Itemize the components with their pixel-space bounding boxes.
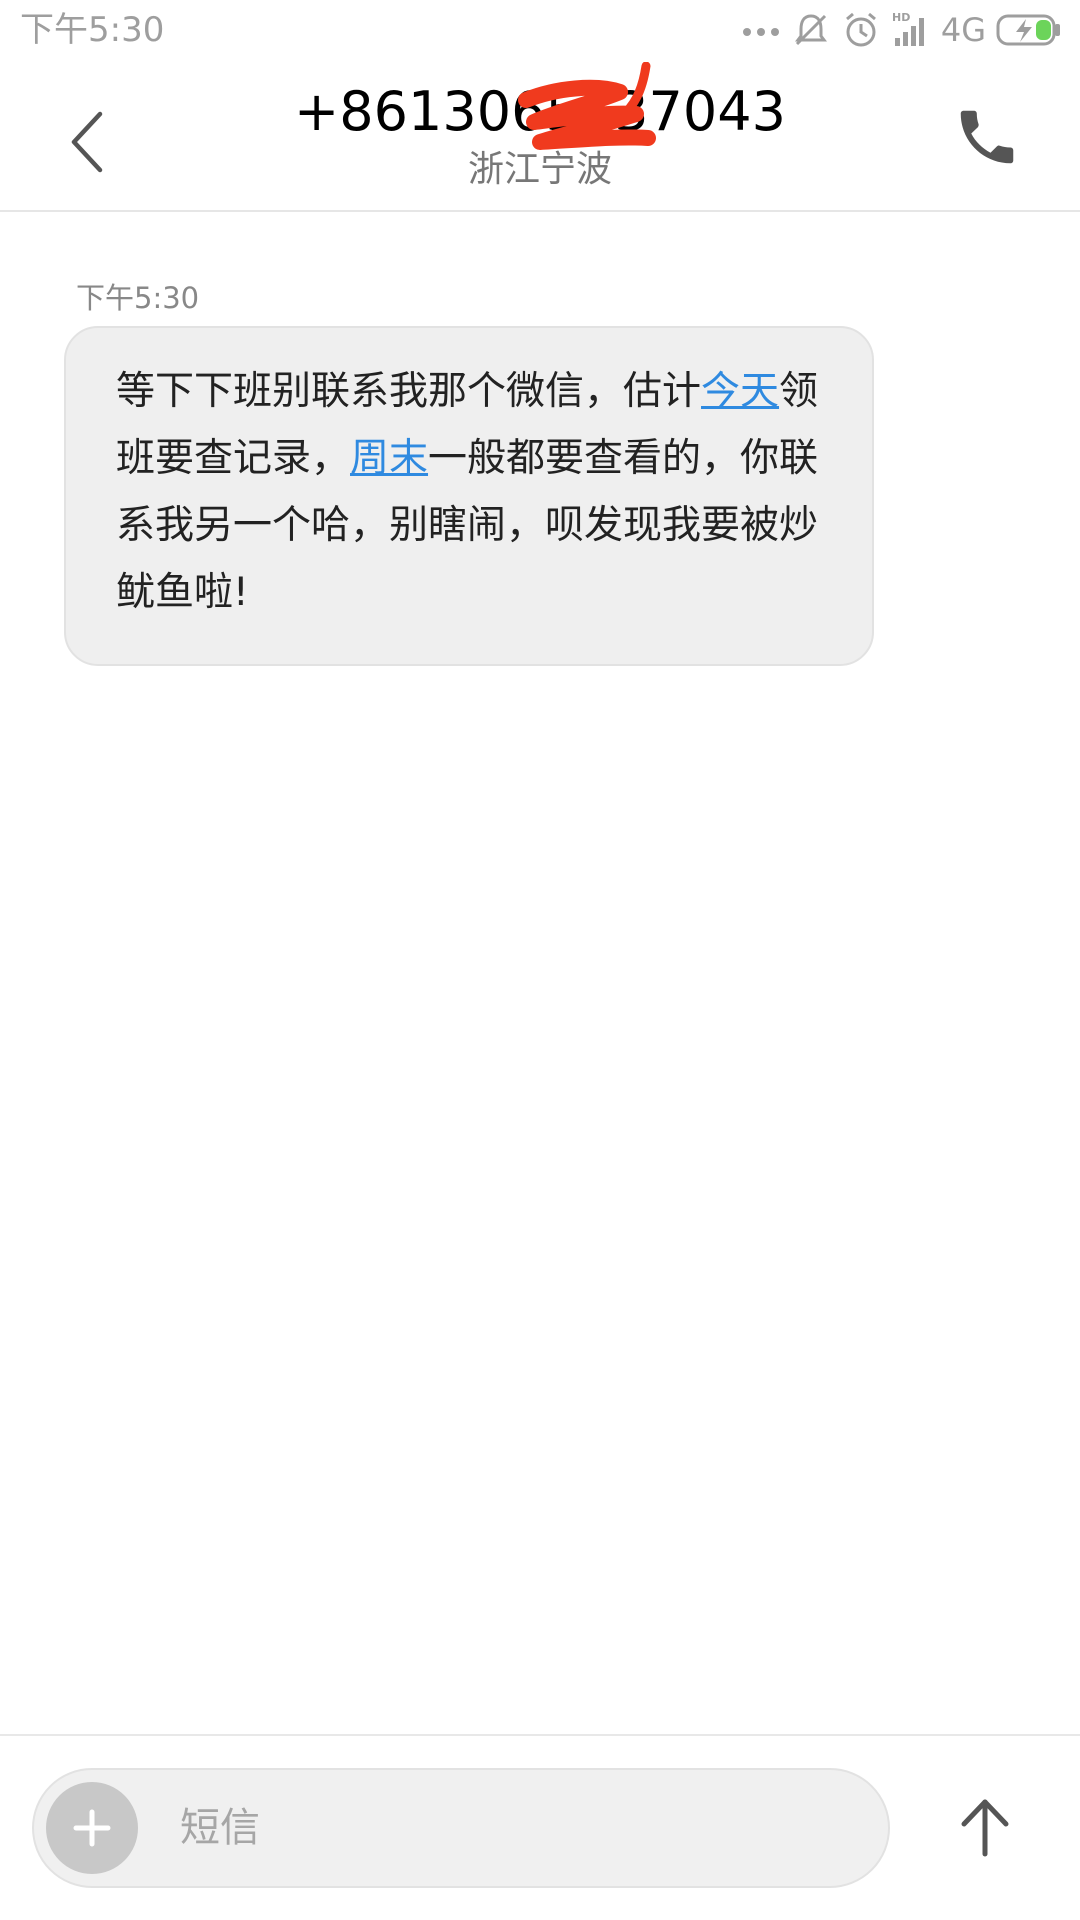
contact-location: 浙江宁波 bbox=[467, 149, 612, 190]
alarm-icon bbox=[845, 12, 876, 47]
battery-charging-icon bbox=[996, 14, 1060, 46]
plus-icon bbox=[73, 1809, 111, 1847]
attach-button[interactable] bbox=[46, 1782, 138, 1874]
date-link-today[interactable]: 今天 bbox=[701, 369, 779, 414]
message-input[interactable] bbox=[180, 1796, 860, 1860]
message-timestamp: 下午5:30 bbox=[76, 281, 200, 315]
call-button[interactable] bbox=[952, 102, 1022, 172]
message-bubble[interactable]: 等下下班别联系我那个微信，估计今天领班要查记录，周末一般都要查看的，你联系我另一… bbox=[64, 326, 874, 666]
send-arrow-icon bbox=[961, 1799, 1009, 1857]
status-time: 下午5:30 bbox=[20, 10, 165, 50]
status-bar: 下午5:30 HD 4G bbox=[0, 0, 1080, 62]
more-dots-icon bbox=[742, 28, 779, 36]
conversation-header: +8613065537043 浙江宁波 bbox=[0, 62, 1080, 212]
network-type: 4G bbox=[940, 11, 986, 49]
compose-field bbox=[32, 1768, 890, 1888]
send-button[interactable] bbox=[950, 1792, 1020, 1862]
message-text-segment: 等下下班别联系我那个微信，估计 bbox=[116, 369, 702, 414]
message-text: 等下下班别联系我那个微信，估计今天领班要查记录，周末一般都要查看的，你联系我另一… bbox=[116, 358, 832, 626]
status-icons: HD 4G bbox=[741, 8, 1062, 52]
phone-icon bbox=[960, 110, 1014, 164]
svg-text:HD: HD bbox=[892, 11, 910, 24]
hd-signal-icon: HD bbox=[892, 11, 924, 46]
mute-icon bbox=[794, 14, 827, 46]
date-link-weekend[interactable]: 周末 bbox=[350, 436, 428, 481]
compose-bar bbox=[0, 1734, 1080, 1920]
